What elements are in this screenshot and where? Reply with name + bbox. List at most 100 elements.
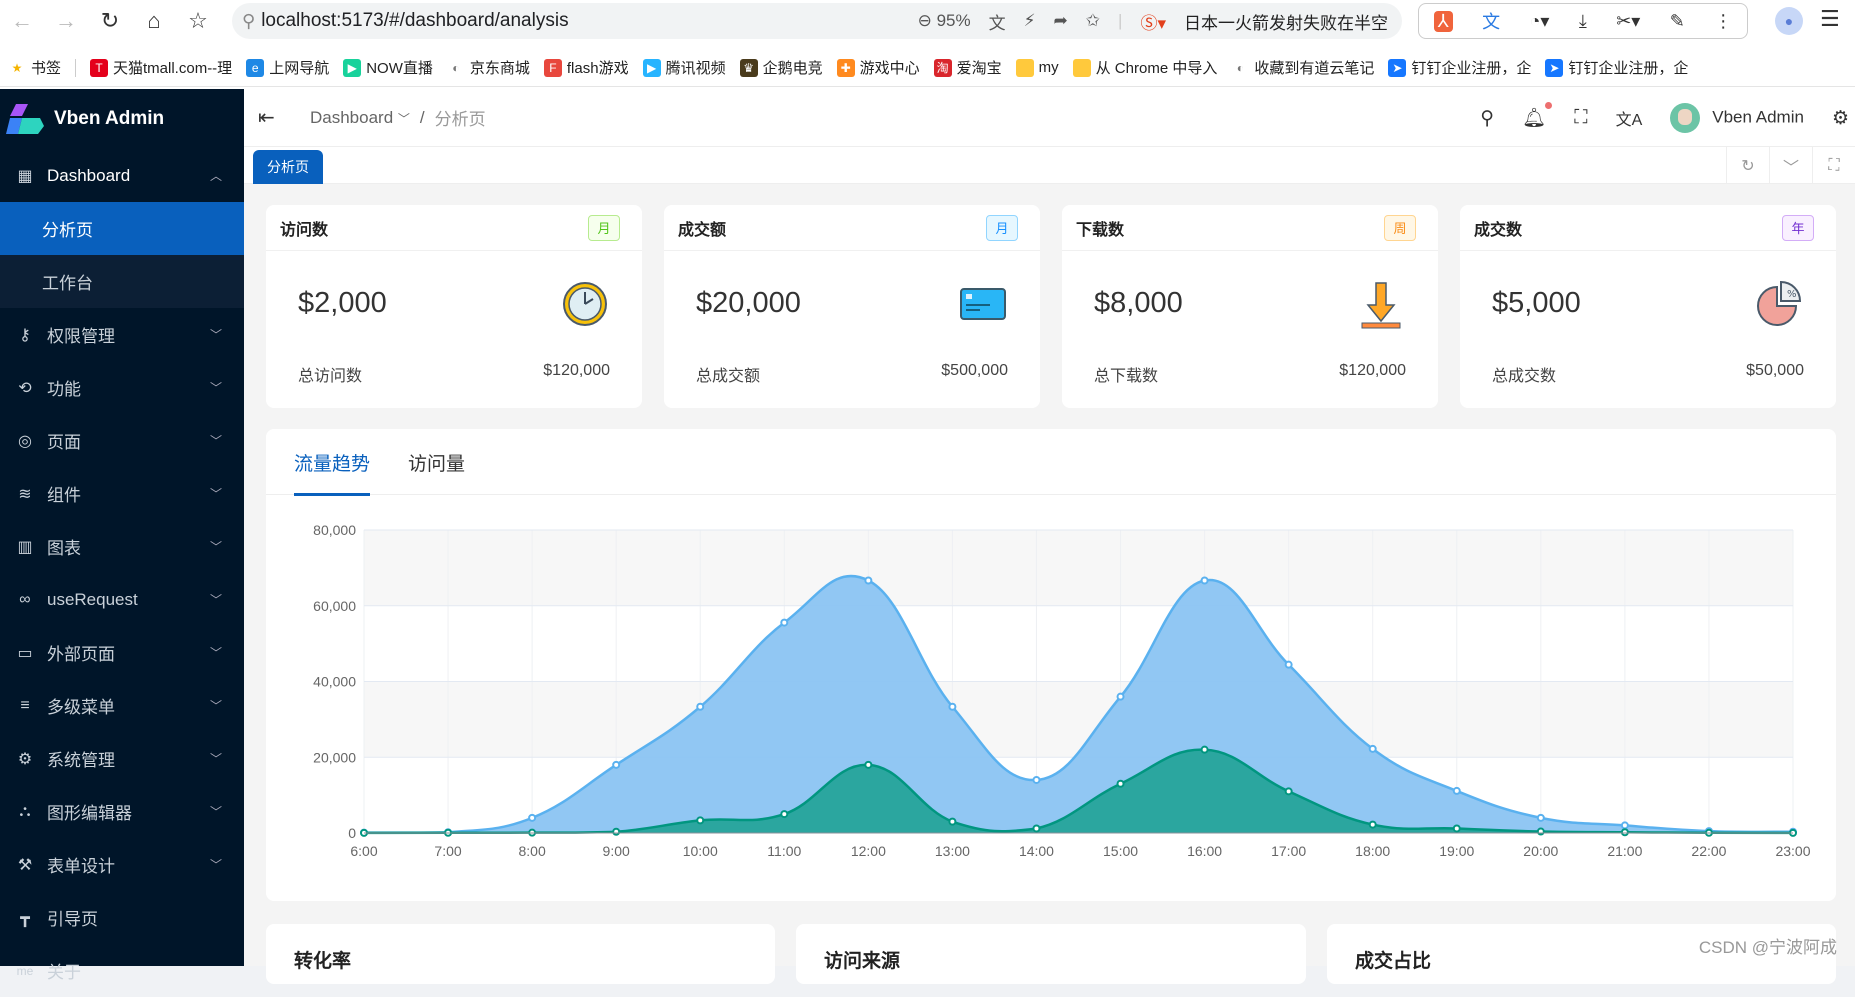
pdf-icon[interactable]: ⅄ (1433, 10, 1453, 32)
scissors-icon[interactable]: ✂▾ (1616, 11, 1640, 32)
data-point (1116, 692, 1125, 701)
history-icon[interactable]: ◔▾ (1530, 11, 1550, 32)
sidebar-item-label: 功能 (47, 380, 81, 399)
divider: | (1118, 11, 1123, 30)
reload-button[interactable]: ↻ (88, 1, 132, 41)
app-logo[interactable]: Vben Admin (0, 89, 244, 149)
favorite-add-icon[interactable]: ✩ (1086, 11, 1100, 31)
credit-card-icon (960, 288, 1006, 320)
sidebar-item-workbench[interactable]: 工作台 (0, 255, 244, 308)
forward-button[interactable]: → (44, 1, 88, 41)
address-bar[interactable]: ⚲ localhost:5173/#/dashboard/analysis ⊖ … (232, 3, 1402, 39)
data-point (612, 760, 621, 769)
bookmark-item[interactable]: my (1015, 58, 1059, 77)
menu-fold-icon[interactable]: ⇤ (258, 105, 290, 130)
sidebar-item[interactable]: ▭ 外部页面 ﹀ (0, 626, 244, 679)
bookmark-item[interactable]: ♛ 企鹅电竞 (739, 57, 823, 78)
sidebar-item[interactable]: ≋ 组件 ﹀ (0, 467, 244, 520)
sidebar-item-analysis[interactable]: 分析页 (0, 202, 244, 255)
translate-icon[interactable]: 文 (989, 9, 1006, 34)
bookmark-star-button[interactable]: ☆ (176, 1, 220, 41)
translate-ext-icon[interactable]: 文 (1482, 8, 1500, 34)
download-icon[interactable]: ⤓ (1579, 11, 1587, 32)
header-actions: ⚲ 🔔︎ ⛶ 文A Vben Admin ⚙ (1480, 89, 1855, 147)
sidebar-item[interactable]: ⚒ 表单设计 ﹀ (0, 838, 244, 891)
tab-analysis[interactable]: 分析页 (253, 150, 323, 184)
sidebar-item-dashboard[interactable]: ▦ Dashboard ︿ (0, 149, 244, 202)
bookmark-item[interactable]: ✚ 游戏中心 (836, 57, 920, 78)
bookmark-item[interactable]: Fflash游戏 (543, 57, 629, 78)
sidebar-item[interactable]: ∞ useRequest ﹀ (0, 573, 244, 626)
star-icon: ★ (11, 60, 23, 75)
dingtalk-icon: ➤ (1388, 58, 1407, 77)
stat-card: 访问数 月 $2,000 总访问数 $120,000 (266, 205, 642, 408)
bookmark-item[interactable]: e 上网导航 (246, 57, 329, 78)
url-text[interactable]: localhost:5173/#/dashboard/analysis (261, 10, 568, 32)
sidebar-item[interactable]: ≡ 多级菜单 ﹀ (0, 679, 244, 732)
layers-icon: ≋ (18, 485, 32, 503)
data-point (1284, 660, 1293, 669)
sidebar-item[interactable]: ┳ 引导页 (0, 891, 244, 944)
y-tick-label: 40,000 (313, 674, 356, 690)
bookmark-item[interactable]: ➤ 钉钉企业注册，企 (1545, 57, 1688, 78)
lightning-icon[interactable]: ⚡ (1024, 11, 1036, 31)
bookmark-item[interactable]: 从 Chrome 中导入 (1072, 57, 1217, 78)
breadcrumb-dashboard[interactable]: Dashboard ﹀ (310, 108, 410, 128)
refresh-icon[interactable]: ↻ (1726, 147, 1769, 184)
home-button[interactable]: ⌂ (132, 1, 176, 41)
data-point (1452, 824, 1461, 833)
card-title: 访问来源 (824, 951, 901, 972)
more-icon[interactable]: ⋮ (1714, 11, 1732, 32)
bookmark-item[interactable]: T 天猫tmall.com--理 (90, 57, 232, 78)
share-icon[interactable]: ➦ (1054, 11, 1068, 31)
bookmark-item[interactable]: 淘爱淘宝 (933, 57, 1002, 78)
language-icon[interactable]: 文A (1616, 106, 1643, 130)
maximize-icon[interactable]: ⛶ (1812, 147, 1855, 184)
sidebar-item[interactable]: me 关于 (0, 944, 244, 997)
x-tick-label: 17:00 (1271, 843, 1306, 859)
data-point (948, 817, 957, 826)
stat-value: $8,000 (1094, 287, 1183, 319)
app-name: Vben Admin (54, 108, 165, 129)
pie-percent-icon: % (1757, 280, 1802, 326)
sogou-icon[interactable]: Ⓢ▾ (1140, 9, 1166, 34)
bookmark-item[interactable]: ★ 书签 (8, 57, 61, 78)
sidebar-item[interactable]: ⛬ 图形编辑器 ﹀ (0, 785, 244, 838)
sidebar-item[interactable]: ◎ 页面 ﹀ (0, 414, 244, 467)
x-tick-label: 19:00 (1439, 843, 1474, 859)
browser-menu-icon[interactable]: ☰ (1820, 6, 1840, 32)
function-icon: ⟲ (18, 379, 32, 397)
tab-traffic-trend[interactable]: 流量趋势 (294, 429, 371, 496)
profile-avatar[interactable]: ● (1775, 7, 1803, 35)
chevron-down-icon: ﹀ (209, 434, 222, 448)
y-tick-label: 60,000 (313, 598, 356, 614)
bookmark-item[interactable]: ◐ 京东商城 (447, 57, 530, 78)
chevron-down-icon: ﹀ (209, 328, 222, 342)
user-dropdown[interactable]: Vben Admin (1670, 103, 1804, 133)
zoom-indicator[interactable]: ⊖ 95% (918, 11, 971, 31)
bookmark-item[interactable]: ◐ 收藏到有道云笔记 (1231, 57, 1375, 78)
notification-bell-icon[interactable]: 🔔︎ (1522, 102, 1553, 130)
data-point (696, 702, 705, 711)
y-tick-label: 20,000 (313, 749, 356, 765)
data-point (612, 827, 621, 836)
fullscreen-icon[interactable]: ⛶ (1574, 107, 1587, 129)
sidebar: Vben Admin ▦ Dashboard ︿ 分析页 工作台 ⚷ 权限管理 ﹀ ⟲… (0, 89, 244, 982)
search-icon[interactable]: ⚲ (1480, 107, 1494, 130)
chevron-down-icon[interactable]: ﹀ (1769, 147, 1812, 184)
back-button[interactable]: ← (0, 1, 44, 41)
sidebar-item[interactable]: ⚷ 权限管理 ﹀ (0, 308, 244, 361)
bookmark-item[interactable]: ▶ 腾讯视频 (642, 57, 726, 78)
settings-gear-icon[interactable]: ⚙ (1832, 107, 1849, 130)
sidebar-item[interactable]: ⚙ 系统管理 ﹀ (0, 732, 244, 785)
sidebar-item[interactable]: ⟲ 功能 ﹀ (0, 361, 244, 414)
edit-icon[interactable]: ✎ (1670, 11, 1685, 32)
tab-visits[interactable]: 访问量 (408, 429, 465, 495)
news-ticker[interactable]: 日本一火箭发射失败在半空 (1184, 9, 1388, 34)
browser-chrome: ← → ↻ ⌂ ☆ ⚲ localhost:5173/#/dashboard/a… (0, 0, 1855, 89)
x-tick-label: 10:00 (683, 843, 718, 859)
data-point (528, 813, 537, 822)
sidebar-item[interactable]: ▥ 图表 ﹀ (0, 520, 244, 573)
bookmark-item[interactable]: ➤ 钉钉企业注册，企 (1388, 57, 1531, 78)
bookmark-item[interactable]: ▶ NOW直播 (343, 57, 433, 78)
